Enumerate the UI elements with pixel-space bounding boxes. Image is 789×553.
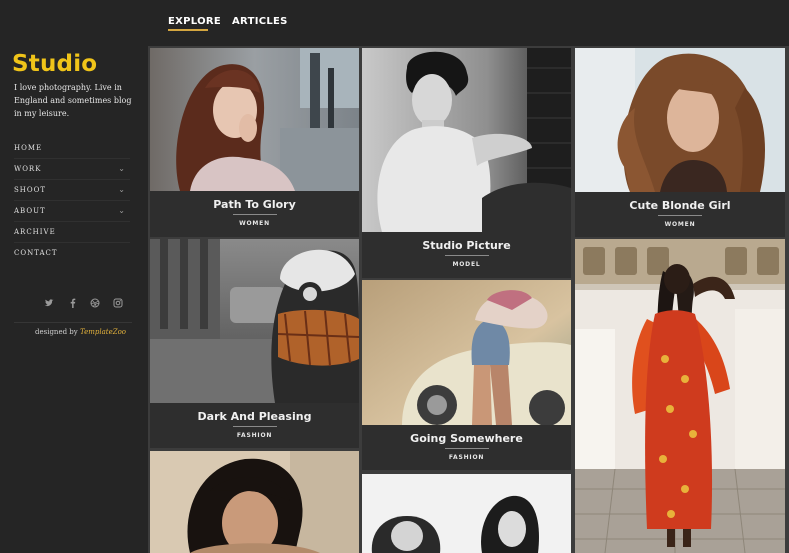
card-caption: Dark And Pleasing FASHION <box>150 403 359 448</box>
caption-rule <box>444 448 489 449</box>
menu-item-archive[interactable]: ARCHIVE <box>14 222 130 243</box>
card-title[interactable]: Dark And Pleasing <box>150 410 359 423</box>
menu-item-home[interactable]: HOME <box>14 138 130 159</box>
card-title[interactable]: Cute Blonde Girl <box>575 199 785 212</box>
gallery-card-studio-picture[interactable]: Studio Picture MODEL <box>362 48 571 278</box>
card-caption: Studio Picture MODEL <box>362 232 571 278</box>
menu-item-label: ABOUT <box>14 207 46 215</box>
instagram-icon[interactable] <box>113 298 123 308</box>
gallery-card-couple-partial[interactable] <box>362 474 571 553</box>
sidebar: Studio I love photography. Live in Engla… <box>0 46 148 553</box>
card-caption: Going Somewhere FASHION <box>362 425 571 470</box>
photo-portrait-partial[interactable] <box>150 451 359 553</box>
gallery-card-portrait-partial[interactable] <box>150 451 359 553</box>
credit-link[interactable]: TemplateZoo <box>80 328 126 336</box>
chevron-down-icon[interactable]: ⌄ <box>118 180 126 200</box>
gallery-card-red-dress[interactable] <box>575 239 785 553</box>
gallery-grid: Path To Glory WOMEN Studio Picture MODEL… <box>148 46 789 553</box>
card-caption: Path To Glory WOMEN <box>150 191 359 237</box>
facebook-icon[interactable] <box>68 298 78 308</box>
caption-rule <box>444 255 489 256</box>
site-logo[interactable]: Studio <box>12 51 97 77</box>
photo-studio-picture[interactable] <box>362 48 571 232</box>
menu-item-shoot[interactable]: SHOOT ⌄ <box>14 180 130 201</box>
menu-item-label: SHOOT <box>14 186 47 194</box>
menu-item-contact[interactable]: CONTACT <box>14 243 130 264</box>
gallery-card-going-somewhere[interactable]: Going Somewhere FASHION <box>362 280 571 470</box>
social-links <box>44 298 134 312</box>
card-category[interactable]: WOMEN <box>150 220 359 227</box>
card-category[interactable]: WOMEN <box>575 221 785 228</box>
caption-rule <box>658 215 702 216</box>
gallery-card-path-to-glory[interactable]: Path To Glory WOMEN <box>150 48 359 237</box>
top-nav: EXPLORE ARTICLES <box>0 0 789 46</box>
credit-prefix: designed by <box>35 328 78 336</box>
twitter-icon[interactable] <box>44 298 54 308</box>
gallery-card-dark-and-pleasing[interactable]: Dark And Pleasing FASHION <box>150 239 359 448</box>
caption-rule <box>232 214 277 215</box>
gallery-card-cute-blonde-girl[interactable]: Cute Blonde Girl WOMEN <box>575 48 785 237</box>
sidebar-menu: HOME WORK ⌄ SHOOT ⌄ ABOUT ⌄ ARCHIVE CONTACT <box>14 138 130 264</box>
tab-explore[interactable]: EXPLORE <box>168 16 221 27</box>
menu-item-label: CONTACT <box>14 249 58 257</box>
active-tab-indicator <box>168 29 208 31</box>
photo-couple-partial[interactable] <box>362 474 571 553</box>
sidebar-divider <box>14 322 132 323</box>
caption-rule <box>232 426 277 427</box>
photo-dark-and-pleasing[interactable] <box>150 239 359 403</box>
dribbble-icon[interactable] <box>90 298 100 308</box>
designer-credit: designed by TemplateZoo <box>35 328 126 336</box>
card-category[interactable]: FASHION <box>362 454 571 461</box>
menu-item-label: ARCHIVE <box>14 228 56 236</box>
card-category[interactable]: MODEL <box>362 261 571 268</box>
card-title[interactable]: Studio Picture <box>362 239 571 252</box>
tab-articles[interactable]: ARTICLES <box>232 16 288 27</box>
chevron-down-icon[interactable]: ⌄ <box>118 201 126 221</box>
card-caption: Cute Blonde Girl WOMEN <box>575 192 785 237</box>
site-tagline: I love photography. Live in England and … <box>14 83 132 118</box>
card-title[interactable]: Going Somewhere <box>362 432 571 445</box>
photo-cute-blonde-girl[interactable] <box>575 48 785 192</box>
card-category[interactable]: FASHION <box>150 432 359 439</box>
menu-item-label: WORK <box>14 165 42 173</box>
menu-item-about[interactable]: ABOUT ⌄ <box>14 201 130 222</box>
photo-path-to-glory[interactable] <box>150 48 359 191</box>
menu-item-work[interactable]: WORK ⌄ <box>14 159 130 180</box>
card-title[interactable]: Path To Glory <box>150 198 359 211</box>
photo-going-somewhere[interactable] <box>362 280 571 425</box>
menu-item-label: HOME <box>14 144 43 152</box>
photo-red-dress[interactable] <box>575 239 785 553</box>
chevron-down-icon[interactable]: ⌄ <box>118 159 126 179</box>
